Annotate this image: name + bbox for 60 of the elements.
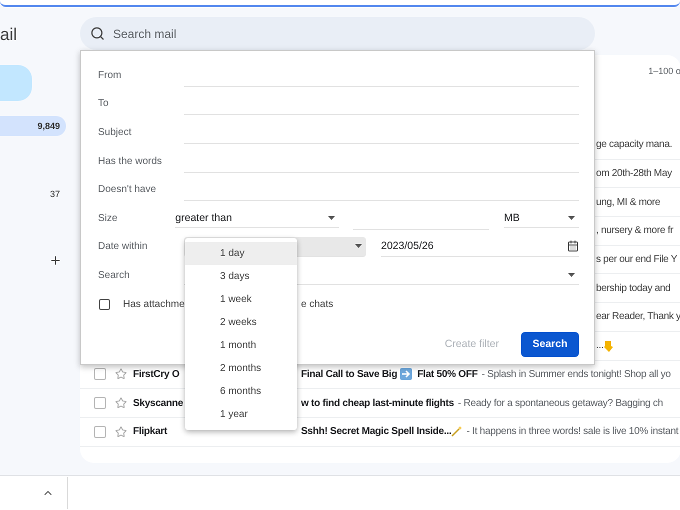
mail-snippet: bership today and bbox=[596, 282, 670, 294]
search-button[interactable]: Search bbox=[521, 332, 579, 357]
mail-snippet: om 20th-28th May bbox=[596, 168, 672, 180]
row-checkbox[interactable] bbox=[94, 368, 106, 380]
menu-option[interactable]: 3 days bbox=[185, 265, 297, 288]
magic-wand-icon bbox=[451, 426, 462, 438]
menu-option[interactable]: 6 months bbox=[185, 380, 297, 403]
menu-option[interactable]: 1 day bbox=[185, 242, 297, 265]
field-label: From bbox=[98, 70, 122, 81]
checkbox-label: Has attachme bbox=[123, 299, 186, 310]
compose-button[interactable] bbox=[0, 65, 32, 101]
menu-option[interactable]: 2 weeks bbox=[185, 311, 297, 334]
calendar-icon[interactable] bbox=[567, 240, 579, 252]
menu-option[interactable]: 1 year bbox=[185, 403, 297, 426]
field-label: Has the words bbox=[98, 156, 163, 167]
row-checkbox[interactable] bbox=[94, 426, 106, 438]
star-icon[interactable] bbox=[115, 368, 127, 380]
sidebar-item[interactable]: 9,849 bbox=[0, 116, 66, 136]
dropdown-caret-icon bbox=[328, 216, 336, 220]
field-label: Size bbox=[98, 212, 118, 224]
mail-subject: Sshh! Secret Magic Spell Inside... bbox=[301, 426, 452, 438]
mail-sender: FirstCry O bbox=[133, 368, 180, 380]
mail-subject: w to find cheap last-minute flights bbox=[301, 398, 454, 409]
mail-sender: Skyscanne bbox=[133, 398, 184, 409]
dropdown-caret-icon bbox=[568, 216, 576, 220]
checkbox[interactable] bbox=[99, 299, 110, 310]
menu-option[interactable]: 1 week bbox=[185, 288, 297, 311]
mail-snippet: - Ready for a spontaneous getaway? Bagging ch bbox=[458, 398, 663, 409]
size-unit-select[interactable]: MB bbox=[504, 208, 580, 228]
field-label: Date within bbox=[98, 241, 148, 252]
search-icon[interactable] bbox=[90, 26, 105, 41]
mail-sender: Flipkart bbox=[133, 426, 168, 438]
menu-option[interactable]: 2 months bbox=[185, 357, 297, 380]
menu-option[interactable]: 1 month bbox=[185, 334, 297, 357]
row-checkbox[interactable] bbox=[94, 397, 106, 410]
mail-snippet: ung, MI & more bbox=[596, 196, 660, 208]
field-label: Subject bbox=[98, 126, 132, 138]
mail-subject: Final Call to Save Big bbox=[301, 368, 398, 380]
mail-snippet: - It happens in three words! sale is live 10% instant bbox=[466, 426, 678, 438]
size-comparator-select[interactable]: greater than bbox=[175, 208, 340, 228]
date-field[interactable]: 2023/05/26 bbox=[381, 236, 579, 258]
star-icon[interactable] bbox=[115, 397, 127, 410]
pagination-text: 1–100 o bbox=[648, 66, 680, 78]
checkbox-label: e chats bbox=[301, 299, 334, 310]
field-label: Search bbox=[98, 270, 131, 281]
mail-snippet: s per our end File Y bbox=[596, 254, 678, 266]
dropdown-caret-icon bbox=[355, 244, 362, 248]
dropdown-caret-icon bbox=[568, 272, 575, 277]
mail-snippet: , nursery & more fr bbox=[596, 225, 674, 236]
add-icon[interactable] bbox=[49, 254, 62, 267]
star-icon[interactable] bbox=[115, 426, 127, 438]
app-title: ail bbox=[0, 25, 18, 46]
sidebar-item[interactable]: 37 bbox=[0, 184, 66, 204]
mail-snippet: ge capacity mana. bbox=[596, 139, 672, 150]
mail-snippet: ... bbox=[596, 340, 604, 352]
field-label: To bbox=[98, 98, 110, 110]
field-label: Doesn't have bbox=[98, 184, 158, 196]
right-arrow-icon bbox=[400, 368, 412, 380]
mail-subject: Flat 50% OFF bbox=[417, 368, 478, 380]
mail-snippet: - Splash in Summer ends tonight! Shop all yo bbox=[482, 368, 671, 380]
